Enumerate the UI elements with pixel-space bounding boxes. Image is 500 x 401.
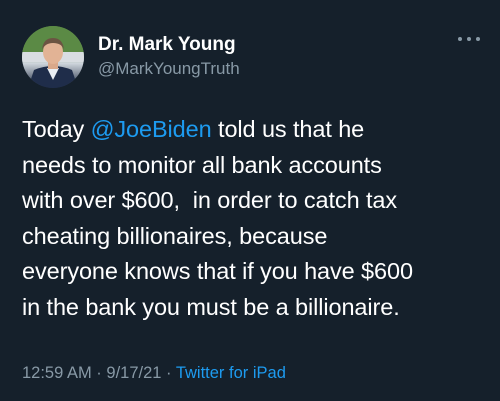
tweet-text: Today @JoeBiden told us that he needs to… (22, 112, 492, 325)
more-dot (467, 37, 471, 41)
tweet-text-segment: Today (22, 116, 91, 142)
more-dot (458, 37, 462, 41)
tweet-date[interactable]: 9/17/21 (106, 364, 161, 382)
tweet-time[interactable]: 12:59 AM (22, 364, 92, 382)
meta-separator: · (161, 364, 176, 382)
mention-link[interactable]: @JoeBiden (91, 116, 212, 142)
more-options-icon[interactable] (458, 34, 480, 44)
more-dot (476, 37, 480, 41)
avatar[interactable] (22, 26, 84, 88)
author-names: Dr. Mark Young @MarkYoungTruth (98, 34, 240, 79)
tweet-source-link[interactable]: Twitter for iPad (176, 364, 286, 382)
tweet-line: in the bank you must be a billionaire. (22, 293, 400, 320)
author-handle[interactable]: @MarkYoungTruth (98, 59, 240, 79)
tweet-line: everyone knows that if you have $600 (22, 258, 413, 284)
tweet-header: Dr. Mark Young @MarkYoungTruth (22, 26, 240, 88)
tweet-line: with over $600, in order to catch tax (22, 187, 398, 213)
tweet-line: cheating billionaires, because (22, 222, 328, 249)
author-display-name[interactable]: Dr. Mark Young (98, 34, 240, 57)
profile-photo-icon (22, 26, 84, 88)
tweet-line: Today @JoeBiden told us that he (22, 112, 492, 148)
tweet-card: Dr. Mark Young @MarkYoungTruth Today @Jo… (0, 0, 500, 401)
tweet-meta: 12:59 AM · 9/17/21 · Twitter for iPad (22, 364, 286, 383)
tweet-text-segment: told us that he (211, 116, 365, 142)
tweet-line: needs to monitor all bank accounts (22, 151, 382, 178)
meta-separator: · (91, 364, 107, 382)
